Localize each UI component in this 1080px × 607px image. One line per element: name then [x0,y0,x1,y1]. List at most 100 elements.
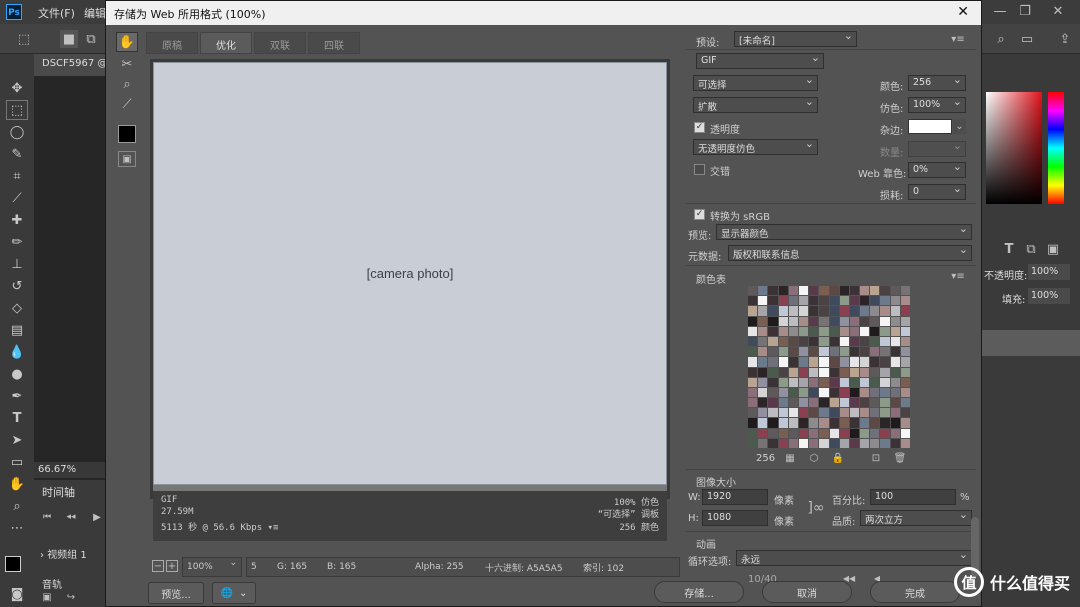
timeline-tab[interactable]: 时间轴 [42,484,75,500]
tab-4up[interactable]: 四联 [308,32,360,54]
color-swatch[interactable] [849,418,860,428]
color-swatch[interactable] [778,367,788,377]
color-swatch[interactable] [860,377,870,387]
color-swatch[interactable] [900,326,910,336]
map-to-web-icon[interactable]: ▦ [784,452,796,464]
color-swatch[interactable] [819,326,829,336]
color-swatch[interactable] [829,286,839,296]
color-swatch[interactable] [839,428,849,438]
color-swatch[interactable] [870,428,880,438]
color-swatch[interactable] [768,286,778,296]
color-swatch[interactable] [880,286,890,296]
color-swatch[interactable] [890,387,900,398]
color-swatch[interactable] [758,347,768,357]
quick-mask-icon[interactable]: ◙ [6,584,28,604]
color-swatch[interactable] [798,286,809,296]
color-swatch[interactable] [768,408,778,418]
color-swatch[interactable] [788,367,798,377]
color-swatch[interactable] [809,296,819,306]
color-swatch[interactable] [900,357,910,367]
color-swatch[interactable] [798,398,809,408]
color-swatch[interactable] [748,367,758,377]
quick-select-tool-icon[interactable]: ✎ [6,144,28,164]
color-swatch[interactable] [768,377,778,387]
color-swatch[interactable] [748,326,758,336]
color-swatch[interactable] [839,286,849,296]
color-swatch[interactable] [849,387,860,398]
eyedropper-tool-icon[interactable]: ⟋ [116,94,138,114]
color-swatch[interactable] [758,367,768,377]
color-swatch[interactable] [900,306,910,316]
color-swatch[interactable] [860,306,870,316]
color-swatch[interactable] [839,438,849,448]
delete-color-icon[interactable]: 🗑 [894,452,907,464]
color-swatch[interactable] [900,438,910,448]
color-swatch[interactable] [849,357,860,367]
color-swatch[interactable] [890,296,900,306]
color-swatch[interactable] [758,418,768,428]
color-swatch[interactable] [778,398,788,408]
lock-color-icon[interactable]: 🔒 [832,452,844,464]
color-swatch[interactable] [829,418,839,428]
color-swatch[interactable] [870,398,880,408]
quality-select[interactable]: 两次立方 [860,510,972,526]
color-swatch[interactable] [860,367,870,377]
preview-image[interactable]: [camera photo] [153,62,667,485]
color-swatch[interactable] [788,418,798,428]
color-swatch[interactable] [788,438,798,448]
color-swatch[interactable] [849,367,860,377]
foreground-color-swatch[interactable] [5,556,21,572]
color-swatch[interactable] [788,377,798,387]
color-swatch[interactable] [860,387,870,398]
color-swatch[interactable] [880,316,890,326]
color-swatch[interactable] [860,326,870,336]
color-swatch[interactable] [890,326,900,336]
restore-icon[interactable]: ❐ [1015,2,1035,20]
color-swatch[interactable] [890,357,900,367]
color-swatch[interactable] [798,296,809,306]
first-frame-icon[interactable]: ⏮ [40,510,54,524]
color-swatch[interactable] [860,418,870,428]
color-swatch[interactable] [809,367,819,377]
color-swatch[interactable] [768,347,778,357]
color-swatch[interactable] [768,316,778,326]
colors-select[interactable]: 256 [908,75,966,91]
color-swatch[interactable] [809,387,819,398]
preset-select[interactable]: [未命名] [734,31,857,47]
color-swatch[interactable] [900,408,910,418]
constrain-proportions-icon[interactable]: ]∞ [807,495,824,521]
color-swatch[interactable] [890,418,900,428]
color-swatch[interactable] [870,296,880,306]
color-swatch[interactable] [809,336,819,347]
color-swatch[interactable] [849,326,860,336]
color-swatch[interactable] [758,377,768,387]
color-swatch[interactable] [860,286,870,296]
healing-tool-icon[interactable]: ✚ [6,210,28,230]
menu-edit[interactable]: 编辑 [84,5,106,21]
color-swatch[interactable] [890,438,900,448]
color-swatch[interactable] [860,428,870,438]
color-swatch[interactable] [900,398,910,408]
preview-button[interactable]: 预览... [148,582,204,604]
color-swatch[interactable] [809,398,819,408]
color-swatch[interactable] [819,398,829,408]
color-swatch[interactable] [819,367,829,377]
color-swatch[interactable] [798,306,809,316]
minimize-icon[interactable]: — [990,2,1010,20]
color-swatch[interactable] [819,286,829,296]
color-swatch[interactable] [798,408,809,418]
color-swatch[interactable] [768,357,778,367]
color-swatch[interactable] [900,418,910,428]
color-swatch[interactable] [809,428,819,438]
tab-optimized[interactable]: 优化 [200,32,252,54]
color-swatch[interactable] [860,357,870,367]
color-swatch[interactable] [870,347,880,357]
color-swatch[interactable] [798,316,809,326]
color-swatch[interactable] [788,347,798,357]
color-swatch[interactable] [778,306,788,316]
move-tool-icon[interactable]: ✥ [6,78,28,98]
new-color-icon[interactable]: ⊡ [870,452,882,464]
color-picker-field[interactable] [986,92,1042,204]
prev-frame-icon[interactable]: ◂◂ [64,510,78,524]
interlace-checkbox[interactable] [694,164,705,175]
